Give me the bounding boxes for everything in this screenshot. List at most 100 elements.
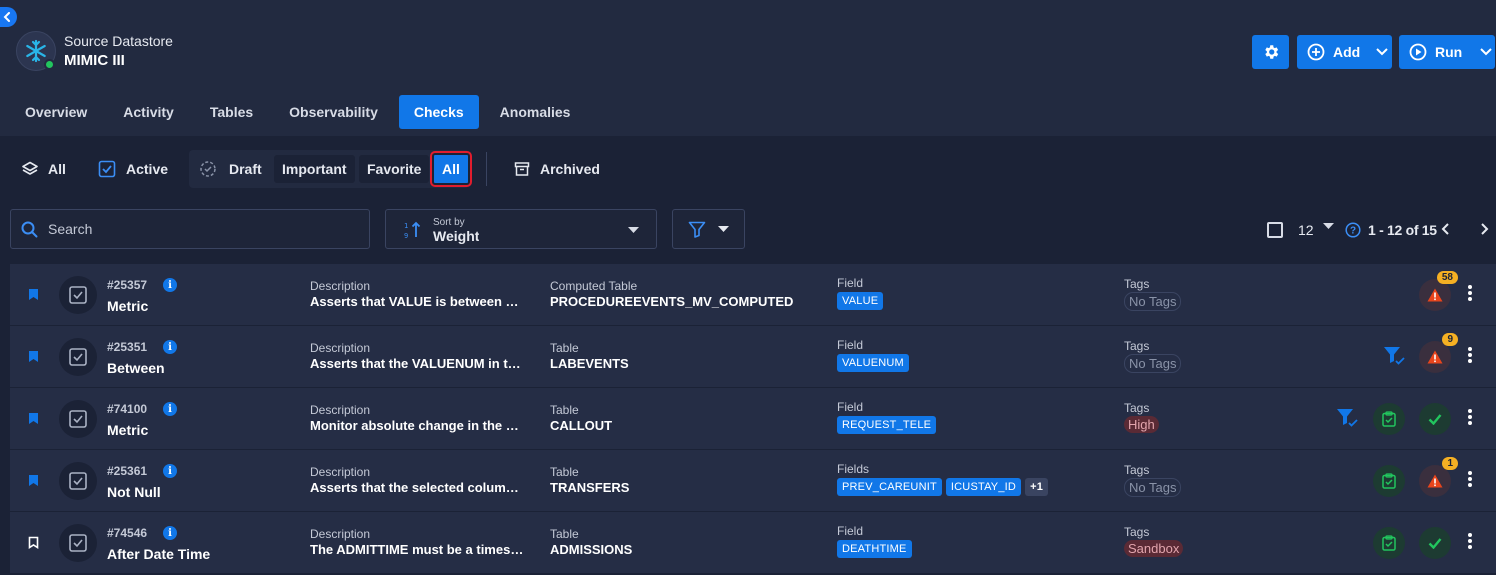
chevron-down-icon <box>1480 48 1492 56</box>
field-pills: VALUENUM <box>837 354 909 372</box>
check-row[interactable]: #25361 i Not Null Description Asserts th… <box>10 450 1496 512</box>
field-label: Field <box>837 524 864 538</box>
check-id: #74100 <box>107 402 148 416</box>
kebab-icon[interactable] <box>1467 346 1473 364</box>
checkmark-icon <box>1428 538 1442 549</box>
tag-badge: No Tags <box>1124 354 1182 373</box>
description-value: Asserts that the VALUENUM in th… <box>310 356 524 371</box>
check-type: Not Null <box>107 484 161 500</box>
info-icon[interactable]: i <box>163 526 177 540</box>
table-value: ADMISSIONS <box>550 542 633 557</box>
kebab-icon[interactable] <box>1467 470 1473 488</box>
field-label: Field <box>837 400 864 414</box>
tab-activity[interactable]: Activity <box>108 95 189 129</box>
info-icon[interactable]: i <box>163 278 177 292</box>
filter-favorite[interactable]: Favorite <box>359 155 430 183</box>
table-value: TRANSFERS <box>550 480 630 495</box>
filter-all-selected[interactable]: All <box>430 151 472 187</box>
description-value: Asserts that the selected column… <box>310 480 524 495</box>
kebab-icon[interactable] <box>1467 532 1473 550</box>
field-pill: VALUE <box>837 292 884 310</box>
chevron-left-icon[interactable] <box>1440 222 1452 236</box>
filter-archived[interactable]: Archived <box>514 150 600 188</box>
warning-triangle-icon <box>1427 350 1443 364</box>
check-type-badge <box>59 462 97 500</box>
bookmark-icon[interactable] <box>28 474 39 487</box>
check-row[interactable]: #25351 i Between Description Asserts tha… <box>10 326 1496 388</box>
check-status-filter-bar: All Active Draft Important Favorite All … <box>0 150 1496 188</box>
check-row[interactable]: #25357 i Metric Description Asserts that… <box>10 264 1496 326</box>
tag-badge: No Tags <box>1124 478 1182 497</box>
filter-draft[interactable]: Draft <box>191 155 270 183</box>
check-id: #25351 <box>107 340 148 354</box>
search-box <box>10 209 370 249</box>
kebab-icon[interactable] <box>1467 284 1473 302</box>
per-page-select[interactable]: 12 <box>1298 222 1314 238</box>
layers-icon <box>22 161 38 175</box>
passing-status-button[interactable] <box>1419 527 1451 559</box>
filter-divider <box>486 152 487 186</box>
bookmark-icon[interactable] <box>28 288 39 301</box>
tab-anomalies[interactable]: Anomalies <box>485 95 586 129</box>
filter-important[interactable]: Important <box>274 155 355 183</box>
check-row[interactable]: #74546 i After Date Time Description The… <box>10 512 1496 574</box>
check-type-badge <box>59 524 97 562</box>
filter-button[interactable] <box>672 209 745 249</box>
status-online-dot <box>44 59 55 70</box>
passing-status-button[interactable] <box>1419 403 1451 435</box>
anomaly-count-badge: 1 <box>1442 457 1458 470</box>
filter-all[interactable]: All <box>22 150 66 188</box>
kebab-icon[interactable] <box>1467 408 1473 426</box>
bookmark-outline-icon[interactable] <box>28 536 39 549</box>
bookmark-icon[interactable] <box>28 350 39 363</box>
checkbox-checked-icon <box>98 160 116 178</box>
check-row[interactable]: #74100 i Metric Description Monitor abso… <box>10 388 1496 450</box>
datastore-name: MIMIC III <box>64 52 125 69</box>
filter-check-icon[interactable] <box>1383 346 1405 366</box>
description-value: Asserts that VALUE is between MI… <box>310 294 524 309</box>
sort-icon: 1 9 <box>404 221 421 240</box>
check-type-badge <box>59 338 97 376</box>
search-input[interactable] <box>48 221 348 237</box>
pagination-range: 1 - 12 of 15 <box>1368 222 1437 238</box>
anomalies-button[interactable]: 1 <box>1419 457 1458 497</box>
validate-button[interactable] <box>1373 403 1405 435</box>
sidebar-collapse-button[interactable] <box>0 7 17 27</box>
search-icon <box>21 221 38 237</box>
tab-overview[interactable]: Overview <box>10 95 102 129</box>
filter-check-icon[interactable] <box>1336 408 1358 428</box>
description-label: Description <box>310 465 371 479</box>
page-header: Source Datastore MIMIC III Add Run Overv… <box>0 0 1496 136</box>
more-fields-pill[interactable]: +1 <box>1025 478 1049 496</box>
check-square-icon <box>69 286 87 304</box>
info-icon[interactable]: i <box>163 402 177 416</box>
tags-label: Tags <box>1124 525 1150 539</box>
run-button[interactable]: Run <box>1399 35 1495 69</box>
info-icon[interactable]: i <box>163 464 177 478</box>
tab-observability[interactable]: Observability <box>274 95 393 129</box>
select-all-checkbox[interactable] <box>1267 222 1283 238</box>
anomalies-button[interactable]: 9 <box>1419 333 1458 373</box>
add-button[interactable]: Add <box>1297 35 1392 69</box>
info-icon[interactable]: i <box>163 340 177 354</box>
validate-button[interactable] <box>1373 465 1405 497</box>
anomalies-button[interactable]: 58 <box>1419 271 1458 311</box>
settings-button[interactable] <box>1252 35 1289 69</box>
caret-down-icon[interactable] <box>1323 223 1334 230</box>
checks-list: #25357 i Metric Description Asserts that… <box>10 264 1496 574</box>
filter-active[interactable]: Active <box>98 150 168 188</box>
field-pill: REQUEST_TELE <box>837 416 937 434</box>
filter-icon <box>688 221 706 238</box>
validate-button[interactable] <box>1373 527 1405 559</box>
gear-icon <box>1264 45 1278 59</box>
tab-checks[interactable]: Checks <box>398 95 479 129</box>
help-icon[interactable]: ? <box>1345 222 1361 238</box>
table-label: Table <box>550 341 579 355</box>
tab-tables[interactable]: Tables <box>195 95 268 129</box>
bookmark-icon[interactable] <box>28 412 39 425</box>
check-type-badge <box>59 276 97 314</box>
sort-select[interactable]: 1 9 Sort by Weight <box>385 209 657 249</box>
description-value: Monitor absolute change in the m… <box>310 418 524 433</box>
chevron-right-icon[interactable] <box>1478 222 1490 236</box>
check-type: Between <box>107 360 165 376</box>
